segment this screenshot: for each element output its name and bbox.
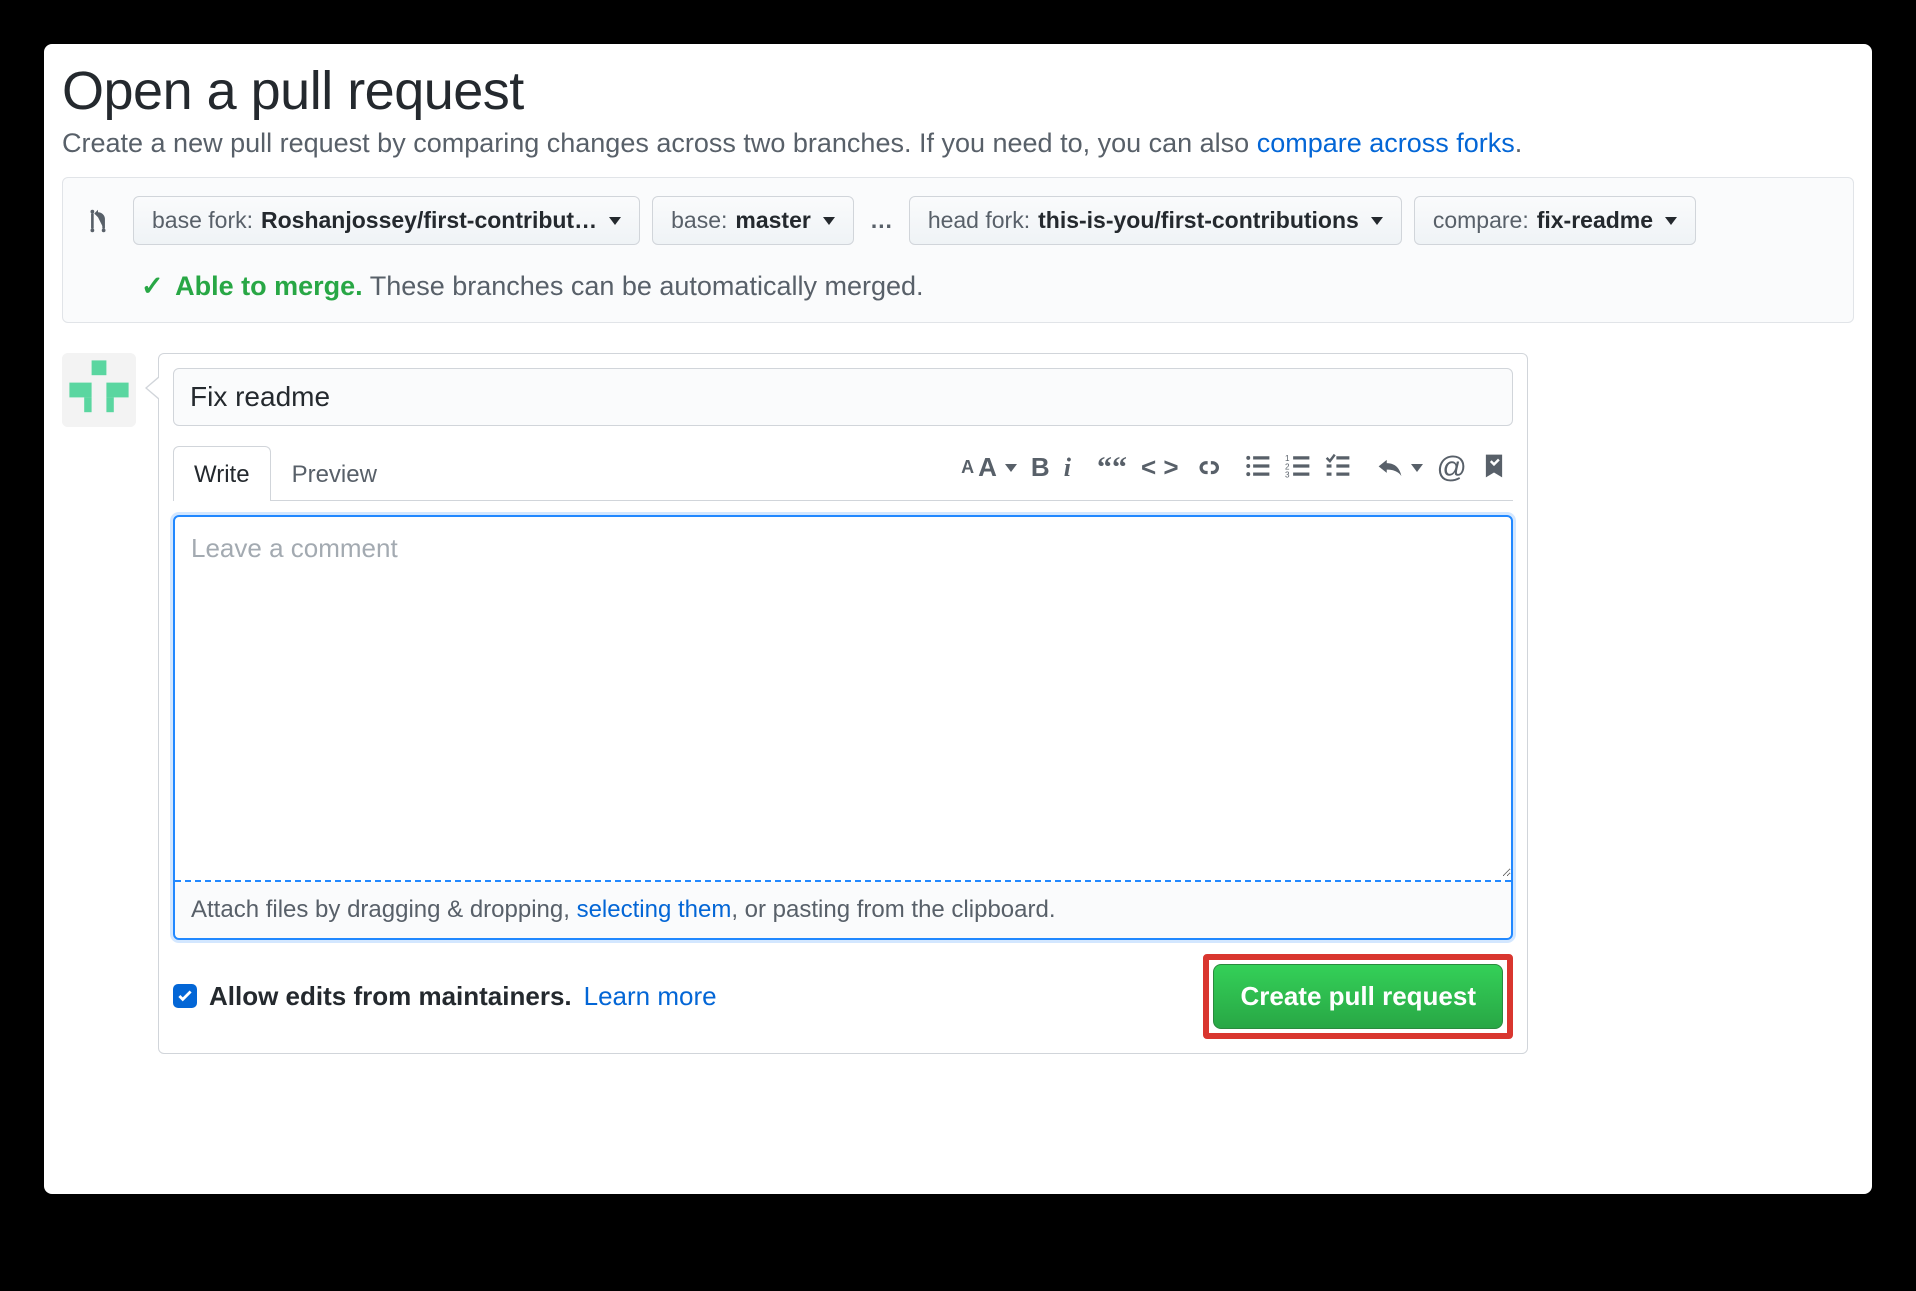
svg-text:3: 3 bbox=[1285, 471, 1290, 480]
caret-down-icon bbox=[823, 217, 835, 225]
compare-row: base fork: Roshanjossey/first-contribut…… bbox=[83, 196, 1833, 245]
pr-form-area: Write Preview AA B i ““ < > bbox=[62, 353, 1854, 1054]
markdown-toolbar: AA B i ““ < > bbox=[961, 452, 1513, 493]
compare-across-forks-link[interactable]: compare across forks bbox=[1257, 128, 1515, 158]
identicon-icon bbox=[62, 353, 136, 427]
caret-down-icon bbox=[1665, 217, 1677, 225]
attach-suffix: , or pasting from the clipboard. bbox=[731, 896, 1055, 923]
ordered-list-button[interactable]: 123 bbox=[1285, 453, 1311, 482]
tab-preview[interactable]: Preview bbox=[271, 446, 398, 501]
head-fork-label: head fork: bbox=[928, 207, 1030, 234]
merge-status-detail: These branches can be automatically merg… bbox=[370, 271, 924, 301]
merge-status: ✓ Able to merge. These branches can be a… bbox=[83, 271, 1833, 302]
compare-branch-value: fix-readme bbox=[1537, 207, 1653, 234]
saved-reply-button[interactable] bbox=[1481, 453, 1507, 482]
comment-tabbar: Write Preview AA B i ““ < > bbox=[173, 446, 1513, 501]
comment-textarea[interactable] bbox=[175, 517, 1511, 877]
base-fork-label: base fork: bbox=[152, 207, 253, 234]
text-size-button[interactable]: AA bbox=[961, 452, 1017, 483]
comment-box: Write Preview AA B i ““ < > bbox=[158, 353, 1528, 1054]
head-fork-selector[interactable]: head fork: this-is-you/first-contributio… bbox=[909, 196, 1402, 245]
subtitle-suffix: . bbox=[1515, 128, 1523, 158]
base-branch-label: base: bbox=[671, 207, 727, 234]
check-icon: ✓ bbox=[141, 271, 164, 301]
learn-more-link[interactable]: Learn more bbox=[584, 981, 717, 1012]
subtitle-text: Create a new pull request by comparing c… bbox=[62, 128, 1257, 158]
caret-down-icon bbox=[1371, 217, 1383, 225]
allow-edits-row[interactable]: Allow edits from maintainers. Learn more bbox=[173, 981, 717, 1012]
reply-button[interactable] bbox=[1377, 455, 1423, 481]
submit-highlight: Create pull request bbox=[1203, 954, 1513, 1039]
bold-button[interactable]: B bbox=[1031, 452, 1050, 483]
task-list-button[interactable] bbox=[1325, 453, 1351, 482]
compare-box: base fork: Roshanjossey/first-contribut…… bbox=[62, 177, 1854, 323]
base-fork-selector[interactable]: base fork: Roshanjossey/first-contribut… bbox=[133, 196, 640, 245]
link-button[interactable] bbox=[1193, 453, 1219, 482]
unordered-list-button[interactable] bbox=[1245, 453, 1271, 482]
page-subtitle: Create a new pull request by comparing c… bbox=[62, 128, 1854, 159]
compare-branch-label: compare: bbox=[1433, 207, 1529, 234]
page-header: Open a pull request Create a new pull re… bbox=[62, 60, 1854, 159]
compare-branch-selector[interactable]: compare: fix-readme bbox=[1414, 196, 1696, 245]
base-branch-value: master bbox=[735, 207, 810, 234]
base-fork-value: Roshanjossey/first-contribut… bbox=[261, 207, 597, 234]
italic-button[interactable]: i bbox=[1064, 453, 1071, 483]
allow-edits-label: Allow edits from maintainers. bbox=[209, 981, 572, 1012]
page-title: Open a pull request bbox=[62, 60, 1854, 122]
base-branch-selector[interactable]: base: master bbox=[652, 196, 854, 245]
pr-title-input[interactable] bbox=[173, 368, 1513, 426]
comment-field-wrap: Attach files by dragging & dropping, sel… bbox=[173, 515, 1513, 940]
avatar bbox=[62, 353, 136, 427]
mention-button[interactable]: @ bbox=[1437, 453, 1467, 483]
attach-hint[interactable]: Attach files by dragging & dropping, sel… bbox=[175, 882, 1511, 938]
page-container: Open a pull request Create a new pull re… bbox=[44, 44, 1872, 1194]
quote-button[interactable]: ““ bbox=[1097, 453, 1127, 483]
allow-edits-checkbox[interactable] bbox=[173, 984, 197, 1008]
caret-down-icon bbox=[609, 217, 621, 225]
git-compare-icon bbox=[83, 206, 113, 236]
tab-write[interactable]: Write bbox=[173, 446, 271, 501]
attach-prefix: Attach files by dragging & dropping, bbox=[191, 896, 577, 923]
compare-ellipsis: … bbox=[866, 207, 897, 234]
attach-select-link[interactable]: selecting them bbox=[577, 896, 732, 923]
merge-status-able: Able to merge. bbox=[175, 271, 363, 301]
head-fork-value: this-is-you/first-contributions bbox=[1038, 207, 1359, 234]
create-pull-request-button[interactable]: Create pull request bbox=[1213, 964, 1503, 1029]
form-footer: Allow edits from maintainers. Learn more… bbox=[173, 954, 1513, 1039]
code-button[interactable]: < > bbox=[1141, 452, 1179, 483]
